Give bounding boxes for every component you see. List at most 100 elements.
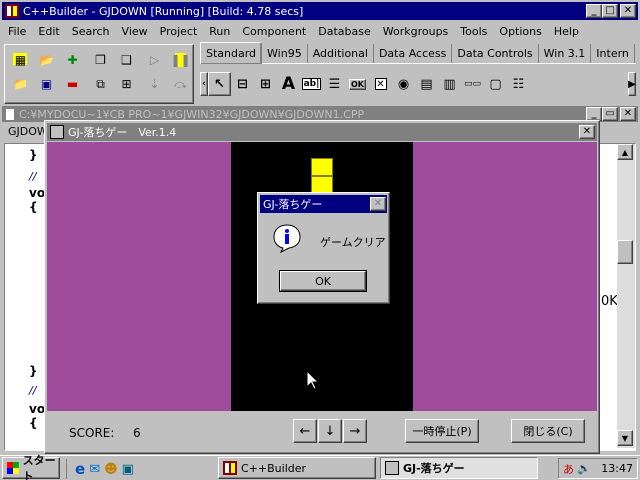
- open-project-icon[interactable]: 📂: [35, 49, 58, 71]
- open-icon[interactable]: 📁: [9, 73, 32, 95]
- game-task-icon: [385, 461, 399, 475]
- outlook-express-icon[interactable]: ✉: [89, 462, 100, 477]
- tab-intern[interactable]: Intern: [591, 44, 635, 63]
- menu-run[interactable]: Run: [203, 22, 236, 40]
- select-unit-icon[interactable]: ❐: [89, 49, 112, 71]
- volume-icon[interactable]: 🔈: [577, 462, 591, 475]
- game-titlebar[interactable]: GJ-落ちゲー Ver.1.4 ✕: [47, 123, 597, 141]
- checkbox-icon[interactable]: ✕: [369, 72, 392, 96]
- menu-tools[interactable]: Tools: [454, 22, 493, 40]
- menu-component[interactable]: Component: [236, 22, 312, 40]
- move-left-button[interactable]: ←: [293, 419, 317, 443]
- editor-close-button[interactable]: ✕: [620, 107, 636, 121]
- vertical-scrollbar[interactable]: ▲ ▼: [617, 144, 635, 448]
- game-icon: [50, 125, 64, 139]
- ide-titlebar[interactable]: C++Builder - GJDOWN [Running] [Build: 4.…: [2, 2, 638, 20]
- radiobutton-icon[interactable]: ◉: [392, 72, 415, 96]
- task-game[interactable]: GJ-落ちゲー: [380, 457, 538, 479]
- menu-file[interactable]: File: [2, 22, 32, 40]
- pause-icon[interactable]: ❚❚: [169, 49, 192, 71]
- quicklaunch: e ✉ ☻ ▣: [66, 459, 134, 479]
- select-form-icon[interactable]: ❑: [115, 49, 138, 71]
- system-tray: あ 🔈 13:47: [558, 458, 638, 479]
- channels-icon[interactable]: ☻: [104, 462, 118, 477]
- code-gutter: [5, 144, 23, 450]
- menu-help[interactable]: Help: [548, 22, 585, 40]
- run-icon[interactable]: ▷: [143, 49, 166, 71]
- listbox-icon[interactable]: ▤: [415, 72, 438, 96]
- groupbox-icon[interactable]: ▢: [484, 72, 507, 96]
- ok-button-frame: OK: [279, 270, 367, 292]
- menu-project[interactable]: Project: [154, 22, 204, 40]
- task-cbuilder[interactable]: C++Builder: [218, 457, 376, 479]
- code-line: //: [29, 384, 37, 397]
- scrollbar-icon[interactable]: ▭▭: [461, 72, 484, 96]
- button-icon[interactable]: OK: [346, 72, 369, 96]
- toggle-form-icon[interactable]: ⧉: [89, 73, 112, 95]
- step-over-icon[interactable]: ⤼: [169, 73, 192, 95]
- game-title: GJ-落ちゲー Ver.1.4: [68, 126, 177, 139]
- palette-tabs: Standard Win95 Additional Data Access Data C…: [200, 42, 636, 64]
- ie-icon[interactable]: e: [75, 460, 85, 478]
- tab-win95[interactable]: Win95: [262, 44, 308, 63]
- mainmenu-icon[interactable]: ⊟: [231, 72, 254, 96]
- speedbar: ▦ 📂 ✚ 📁 ▣ ▬ ❐ ❑ ⧉ ⊞ ▷ ❚❚ ⇣ ⤼: [4, 44, 194, 104]
- ime-icon[interactable]: あ: [563, 461, 574, 477]
- dialog-close-button[interactable]: ✕: [370, 197, 386, 211]
- save-icon[interactable]: ▣: [35, 73, 58, 95]
- tab-data-access[interactable]: Data Access: [374, 44, 453, 63]
- message-dialog: GJ-落ちゲー ✕ ゲームクリア OK: [257, 192, 390, 304]
- scroll-left-button[interactable]: ‹: [200, 72, 208, 96]
- scroll-down-arrow[interactable]: ▼: [617, 430, 633, 446]
- tab-win-3-1[interactable]: Win 3.1: [539, 44, 592, 63]
- editor-minimize-button[interactable]: _: [586, 107, 602, 121]
- edit-icon[interactable]: ab|: [300, 72, 323, 96]
- pause-button[interactable]: 一時停止(P): [405, 419, 479, 443]
- pointer-icon[interactable]: ↖: [208, 72, 231, 96]
- memo-icon[interactable]: ☰: [323, 72, 346, 96]
- maximize-button[interactable]: □: [602, 4, 618, 18]
- show-desktop-icon[interactable]: ▣: [122, 462, 134, 477]
- close-game-button[interactable]: 閉じる(C): [511, 419, 585, 443]
- menu-edit[interactable]: Edit: [32, 22, 65, 40]
- scroll-thumb[interactable]: [617, 240, 633, 264]
- editor-tab[interactable]: GJDOW: [8, 125, 48, 138]
- tab-standard[interactable]: Standard: [200, 42, 263, 64]
- remove-file-icon[interactable]: ▬: [61, 73, 84, 95]
- scroll-up-arrow[interactable]: ▲: [617, 144, 633, 160]
- ok-button[interactable]: OK: [280, 271, 366, 291]
- new-form-icon[interactable]: ⊞: [115, 73, 138, 95]
- menu-workgroups[interactable]: Workgroups: [377, 22, 455, 40]
- add-file-icon[interactable]: ✚: [61, 49, 84, 71]
- editor-maximize-button[interactable]: ▭: [602, 107, 618, 121]
- combobox-icon[interactable]: ▥: [438, 72, 461, 96]
- tab-additional[interactable]: Additional: [308, 44, 374, 63]
- menu-options[interactable]: Options: [493, 22, 547, 40]
- move-right-button[interactable]: →: [343, 419, 367, 443]
- label-icon[interactable]: A: [277, 72, 300, 96]
- menu-database[interactable]: Database: [312, 22, 377, 40]
- game-close-button[interactable]: ✕: [579, 125, 595, 139]
- menu-search[interactable]: Search: [66, 22, 116, 40]
- radiogroup-icon[interactable]: ☷: [507, 72, 530, 96]
- file-icon: [5, 107, 15, 121]
- dialog-title: GJ-落ちゲー: [263, 198, 323, 211]
- minimize-button[interactable]: _: [586, 4, 602, 18]
- move-down-button[interactable]: ↓: [318, 419, 342, 443]
- score-value: 6: [133, 426, 141, 440]
- scroll-right-button[interactable]: ▶: [628, 72, 636, 96]
- windows-logo-icon: [7, 462, 19, 474]
- code-line: }: [29, 364, 38, 378]
- editor-title: C:¥MYDOCU~1¥CB PRO~1¥GJWIN32¥GJDOWN¥GJDO…: [19, 107, 365, 121]
- close-button[interactable]: ✕: [620, 4, 636, 18]
- dialog-titlebar[interactable]: GJ-落ちゲー ✕: [260, 195, 387, 213]
- tab-data-controls[interactable]: Data Controls: [452, 44, 539, 63]
- clock[interactable]: 13:47: [601, 462, 633, 475]
- menu-view[interactable]: View: [116, 22, 154, 40]
- cbuilder-task-icon: [223, 461, 237, 475]
- popupmenu-icon[interactable]: ⊞: [254, 72, 277, 96]
- trace-into-icon[interactable]: ⇣: [143, 73, 166, 95]
- start-button[interactable]: スタート: [2, 454, 60, 480]
- new-icon[interactable]: ▦: [9, 49, 32, 71]
- info-icon: [272, 223, 302, 254]
